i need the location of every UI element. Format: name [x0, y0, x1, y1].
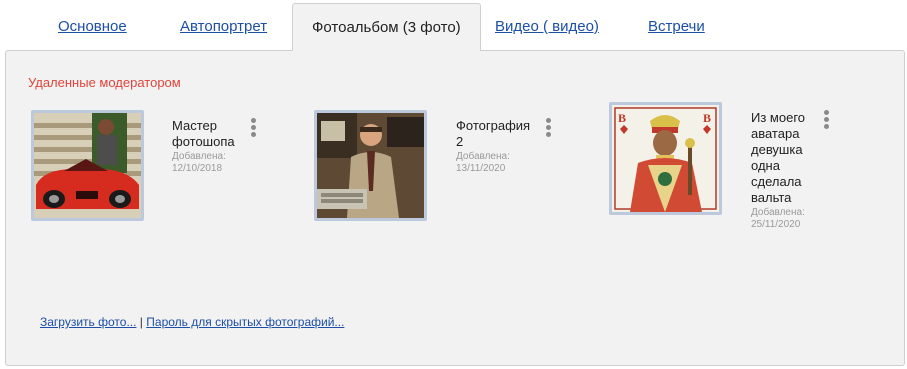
svg-text:B: B [703, 111, 711, 125]
added-label: Добавлена: [456, 151, 510, 162]
photo-caption-2: Фотография 2 Добавлена: 13/11/2020 [456, 118, 536, 174]
photo-caption-3: Из моего аватара девушка одна сделала ва… [751, 110, 831, 230]
tab-self-portrait[interactable]: Автопортрет [180, 18, 267, 35]
hidden-photos-password-link[interactable]: Пароль для скрытых фотографий... [146, 315, 344, 329]
photo-car-image [34, 113, 141, 218]
photo-playing-card-image: B B [612, 105, 719, 212]
tab-meetings[interactable]: Встречи [648, 18, 705, 35]
added-date: 25/11/2020 [751, 219, 801, 230]
footer-links: Загрузить фото... | Пароль для скрытых ф… [40, 315, 344, 329]
photo-title: Из моего аватара девушка одна сделала ва… [751, 110, 805, 205]
photo-menu-icon[interactable] [822, 110, 830, 134]
photo-menu-icon[interactable] [249, 118, 257, 142]
photo-caption-1: Мастер фотошопа Добавлена: 12/10/2018 [172, 118, 252, 174]
photo-album-panel: Удаленные модератором Мастер фотошопа До… [5, 50, 905, 366]
photo-title: Мастер фотошопа [172, 118, 235, 149]
added-label: Добавлена: [751, 207, 805, 218]
tab-photo-album[interactable]: Фотоальбом (3 фото) [292, 3, 481, 51]
tab-basic[interactable]: Основное [58, 18, 127, 35]
added-date: 12/10/2018 [172, 163, 223, 174]
removed-by-moderator-label: Удаленные модератором [28, 75, 181, 90]
added-label: Добавлена: [172, 151, 226, 162]
tab-bar: Основное Автопортрет Фотоальбом (3 фото)… [0, 0, 907, 51]
photo-man-computer-image [317, 113, 424, 218]
photo-thumbnail-1[interactable] [31, 110, 144, 221]
upload-photo-link[interactable]: Загрузить фото... [40, 315, 136, 329]
tab-video[interactable]: Видео ( видео) [495, 18, 599, 35]
link-separator: | [139, 315, 143, 329]
photo-menu-icon[interactable] [544, 118, 552, 142]
added-date: 13/11/2020 [456, 163, 506, 174]
photo-thumbnail-3[interactable]: B B [609, 102, 722, 215]
svg-text:B: B [618, 111, 626, 125]
photo-thumbnail-2[interactable] [314, 110, 427, 221]
photo-title: Фотография 2 [456, 118, 531, 149]
